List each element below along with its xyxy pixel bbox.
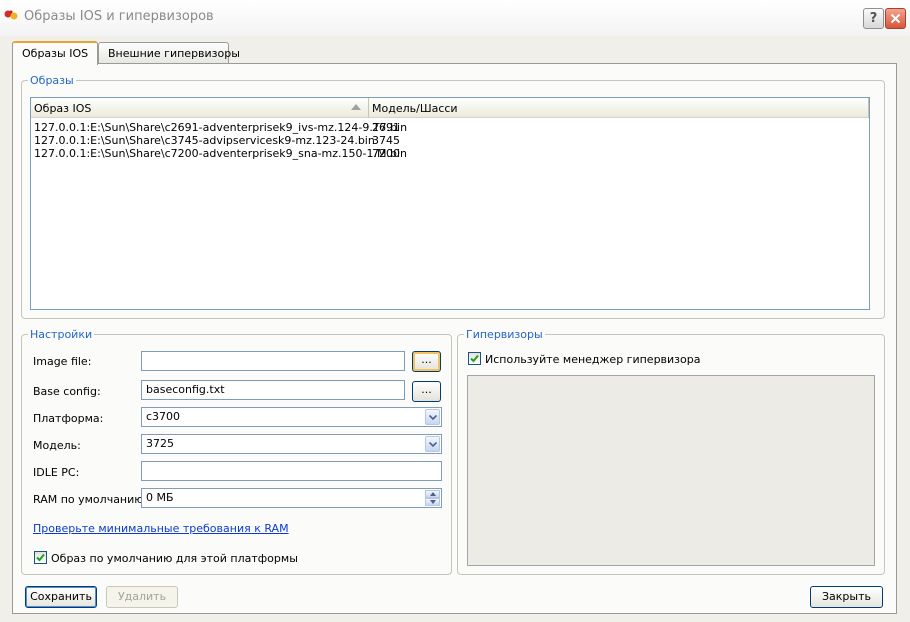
idle-pc-input[interactable] <box>141 461 442 481</box>
chevron-down-icon[interactable] <box>425 409 440 425</box>
checkmark-icon <box>36 553 45 562</box>
model-select[interactable]: 3725 <box>141 434 442 454</box>
base-config-label: Base config: <box>33 385 101 398</box>
sort-ascending-icon <box>351 104 361 110</box>
hypervisor-settings-area <box>467 375 875 566</box>
images-list[interactable]: Образ IOS Модель/Шасси 127.0.0.1:E:\Sun\… <box>30 97 870 310</box>
app-logo-icon <box>3 8 23 22</box>
window-title: Образы IOS и гипервизоров <box>24 9 214 24</box>
checkmark-icon <box>470 354 479 363</box>
tab-external-hypervisors[interactable]: Внешние гипервизоры <box>98 42 240 64</box>
ram-label: RAM по умолчанию: <box>33 493 148 506</box>
default-image-checkbox[interactable] <box>34 551 47 564</box>
settings-group: Настройки Image file: ... Base config: b… <box>21 328 452 575</box>
image-file-browse-button[interactable]: ... <box>412 351 441 372</box>
model-select-value: 3725 <box>146 437 174 450</box>
platform-label: Платформа: <box>33 412 104 425</box>
base-config-browse-button[interactable]: ... <box>412 381 441 402</box>
images-group-legend: Образы <box>28 74 76 87</box>
help-button[interactable]: ? <box>863 8 884 29</box>
list-item-model: 7200 <box>372 147 400 160</box>
list-item[interactable]: 127.0.0.1:E:\Sun\Share\c7200-adventerpri… <box>31 147 869 160</box>
tab-ios-images[interactable]: Образы IOS <box>12 41 98 65</box>
list-item-image: 127.0.0.1:E:\Sun\Share\c7200-adventerpri… <box>34 147 408 160</box>
hypervisors-group-legend: Гипервизоры <box>464 328 545 341</box>
ios-hypervisor-dialog: Образы IOS и гипервизоров ? Образы IOS В… <box>0 0 910 622</box>
list-item[interactable]: 127.0.0.1:E:\Sun\Share\c2691-adventerpri… <box>31 121 869 134</box>
list-item-image: 127.0.0.1:E:\Sun\Share\c3745-advipservic… <box>34 134 375 147</box>
close-window-button[interactable] <box>885 8 906 29</box>
use-hypervisor-manager-checkbox[interactable] <box>468 352 481 365</box>
ram-spinbox[interactable]: 0 МБ <box>141 488 442 508</box>
hypervisors-group: Гипервизоры Используйте менеджер гиперви… <box>457 328 885 575</box>
model-label: Модель: <box>33 439 81 452</box>
platform-select[interactable]: c3700 <box>141 407 442 427</box>
default-image-label: Образ по умолчанию для этой платформы <box>51 552 298 565</box>
list-item[interactable]: 127.0.0.1:E:\Sun\Share\c3745-advipservic… <box>31 134 869 147</box>
image-file-label: Image file: <box>33 355 92 368</box>
chevron-down-icon[interactable] <box>425 436 440 452</box>
column-header-ios-image[interactable]: Образ IOS <box>31 98 369 118</box>
images-group: Образы Образ IOS Модель/Шасси 127.0.0.1:… <box>21 74 885 319</box>
title-bar: Образы IOS и гипервизоров ? <box>0 0 910 36</box>
close-button[interactable]: Закрыть <box>810 586 883 608</box>
list-item-model: 3745 <box>372 134 400 147</box>
images-list-header: Образ IOS Модель/Шасси <box>31 98 869 118</box>
tab-panel-ios-images: Образы Образ IOS Модель/Шасси 127.0.0.1:… <box>12 63 897 614</box>
close-icon <box>890 13 901 24</box>
list-item-model: 2691 <box>372 121 400 134</box>
spin-up-icon[interactable] <box>425 490 440 498</box>
use-hypervisor-manager-label: Используйте менеджер гипервизора <box>485 353 701 366</box>
platform-select-value: c3700 <box>146 410 181 423</box>
list-item-image: 127.0.0.1:E:\Sun\Share\c2691-adventerpri… <box>34 121 408 134</box>
spin-down-icon[interactable] <box>425 498 440 506</box>
settings-group-legend: Настройки <box>28 328 95 341</box>
save-button[interactable]: Сохранить <box>25 586 97 608</box>
ram-value: 0 МБ <box>146 491 174 504</box>
delete-button[interactable]: Удалить <box>106 586 178 608</box>
idle-pc-label: IDLE PC: <box>33 466 80 479</box>
ram-requirements-link[interactable]: Проверьте минимальные требования к RAM <box>33 522 289 535</box>
column-header-model[interactable]: Модель/Шасси <box>369 98 869 118</box>
base-config-input[interactable]: baseconfig.txt <box>141 380 405 400</box>
image-file-input[interactable] <box>141 351 405 371</box>
